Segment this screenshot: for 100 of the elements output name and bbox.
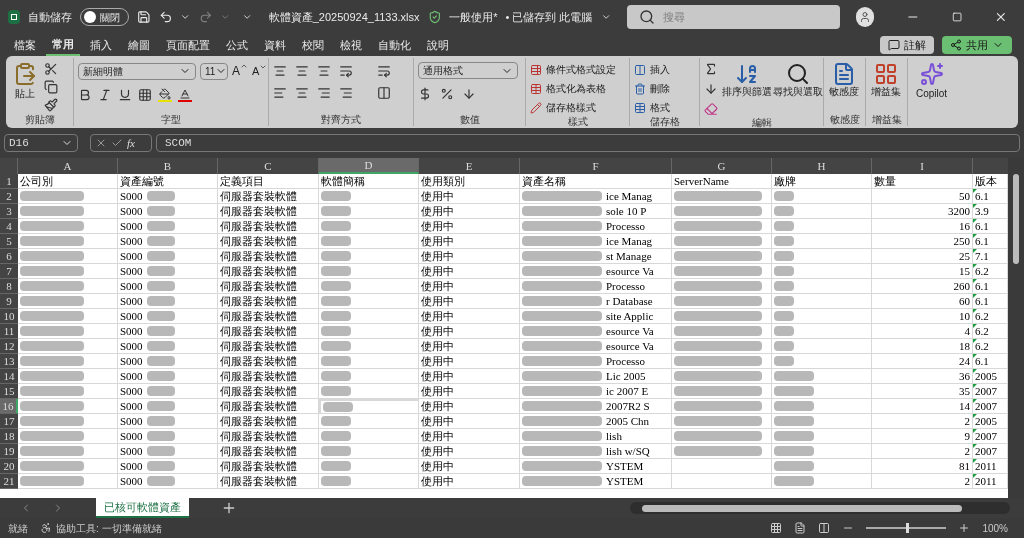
blurred-text (146, 446, 175, 456)
insert-function-button[interactable]: fx (127, 134, 135, 152)
name-box[interactable]: D16 (4, 134, 78, 152)
cancel-icon[interactable] (95, 137, 107, 149)
fill-icon[interactable] (704, 82, 718, 96)
row-header[interactable]: 19 (0, 444, 18, 459)
ribbon-tab[interactable]: 資料 (258, 34, 292, 56)
zoom-thumb[interactable] (906, 523, 910, 533)
format-painter-icon[interactable] (44, 98, 58, 112)
zoom-in-icon[interactable] (958, 522, 971, 534)
page-layout-icon[interactable] (794, 522, 807, 534)
italic-icon[interactable] (98, 88, 112, 102)
enter-icon[interactable] (111, 137, 123, 149)
row-header[interactable]: 8 (0, 279, 18, 294)
row-header[interactable]: 15 (0, 384, 18, 399)
underline-icon[interactable] (118, 88, 132, 102)
column-header[interactable]: A (18, 158, 118, 174)
align-center-icon[interactable] (295, 86, 309, 100)
row-header[interactable]: 1 (0, 174, 18, 189)
comments-button[interactable]: 註解 (880, 36, 934, 54)
row-header[interactable]: 12 (0, 339, 18, 354)
shrink-font-button[interactable]: A (252, 62, 268, 80)
ribbon-tab[interactable]: 檔案 (8, 34, 42, 56)
ribbon-tab[interactable]: 插入 (84, 34, 118, 56)
search-icon (638, 9, 655, 25)
row-header[interactable]: 10 (0, 309, 18, 324)
percent-icon[interactable] (440, 87, 454, 101)
paste-button[interactable]: 貼上 (10, 62, 40, 101)
sheet-tab[interactable]: 已核可軟體資產 (96, 498, 189, 518)
avatar-icon[interactable] (856, 7, 875, 27)
ribbon-tab[interactable]: 公式 (220, 34, 254, 56)
style-menu-button[interactable]: 格式化為表格 (530, 81, 616, 96)
asset-name-text: lish w/SQ (606, 444, 650, 458)
cut-icon[interactable] (44, 62, 58, 76)
row-header[interactable]: 4 (0, 219, 18, 234)
copy-icon[interactable] (44, 80, 58, 94)
bold-icon[interactable] (78, 88, 92, 102)
row-header[interactable]: 3 (0, 204, 18, 219)
column-header[interactable]: F (520, 158, 672, 174)
sensitivity-button[interactable]: 敏感度 (828, 62, 860, 98)
wrap-text-icon[interactable] (377, 64, 391, 78)
addins-button[interactable]: 增益集 (870, 62, 902, 98)
ribbon-tab[interactable]: 校閱 (296, 34, 330, 56)
table-cell: 伺服器套裝軟體 (218, 384, 319, 399)
font-size-field[interactable]: 11 (200, 62, 228, 80)
cells-menu-button[interactable]: 刪除 (634, 81, 670, 96)
row-header[interactable]: 16 (0, 399, 18, 414)
cells-menu-button[interactable]: 格式 (634, 100, 670, 115)
align-left-icon[interactable] (273, 86, 287, 100)
column-header[interactable]: D (319, 158, 419, 174)
style-menu-button[interactable]: 儲存格樣式 (530, 100, 616, 115)
cells-menu-button[interactable]: 插入 (634, 62, 670, 77)
blurred-text (146, 251, 175, 261)
sort-filter-button[interactable]: 排序與篩選 (722, 62, 772, 98)
row-header[interactable]: 7 (0, 264, 18, 279)
grow-font-button[interactable]: A (232, 62, 248, 80)
row-header[interactable]: 2 (0, 189, 18, 204)
copilot-button[interactable]: Copilot (916, 62, 948, 101)
undo-icon[interactable] (158, 9, 173, 25)
horizontal-scrollbar[interactable] (630, 502, 1010, 514)
eraser-icon[interactable] (704, 102, 718, 116)
row-header[interactable]: 20 (0, 459, 18, 474)
zoom-percent[interactable]: 100% (982, 520, 1008, 536)
column-header[interactable]: B (118, 158, 218, 174)
column-header[interactable]: E (419, 158, 520, 174)
search-field[interactable]: 搜尋 (626, 5, 841, 29)
currency-icon[interactable] (418, 87, 432, 101)
accessibility-status[interactable]: 協助工具: 一切準備就緒 (40, 520, 162, 536)
borders-icon[interactable] (138, 88, 152, 102)
row-header[interactable]: 9 (0, 294, 18, 309)
align-right-icon[interactable] (317, 86, 331, 100)
row-header[interactable]: 14 (0, 369, 18, 384)
row-header[interactable]: 13 (0, 354, 18, 369)
number-format-field[interactable]: 通用格式 (418, 62, 518, 79)
font-family-field[interactable]: 新細明體 (78, 62, 196, 80)
row-header[interactable]: 17 (0, 414, 18, 429)
formula-field[interactable]: SCOM (156, 134, 1020, 152)
maximize-icon[interactable] (952, 11, 963, 23)
ribbon-tab[interactable]: 說明 (421, 34, 455, 56)
save-icon[interactable] (136, 9, 151, 25)
style-menu-button[interactable]: 條件式格式設定 (530, 62, 616, 77)
add-sheet-icon[interactable] (221, 500, 237, 516)
column-header[interactable]: I (872, 158, 973, 174)
column-header[interactable]: G (672, 158, 772, 174)
row-header[interactable]: 5 (0, 234, 18, 249)
ribbon-tab[interactable]: 自動化 (372, 34, 417, 56)
font-color-icon[interactable] (178, 88, 192, 102)
share-button[interactable]: 共用 (942, 36, 1012, 54)
column-header[interactable]: H (772, 158, 872, 174)
ribbon-tab[interactable]: 繪圖 (122, 34, 156, 56)
save-status[interactable]: • 已儲存到 此電腦 (505, 8, 593, 26)
fill-color-icon[interactable] (158, 88, 172, 102)
ribbon-tab[interactable]: 頁面配置 (160, 34, 216, 56)
ribbon-tab[interactable]: 檢視 (334, 34, 368, 56)
row-header[interactable]: 6 (0, 249, 18, 264)
row-header[interactable]: 21 (0, 474, 18, 489)
row-header[interactable]: 11 (0, 324, 18, 339)
normal-view-icon[interactable] (770, 522, 783, 534)
autosum-icon[interactable] (704, 62, 718, 76)
row-header[interactable]: 18 (0, 429, 18, 444)
